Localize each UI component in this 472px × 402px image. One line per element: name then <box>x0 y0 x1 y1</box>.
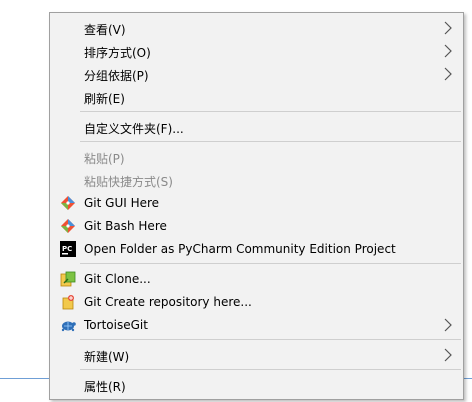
chevron-right-icon <box>444 21 452 35</box>
menu-separator <box>80 263 461 264</box>
menu-item-label: 自定义文件夹(F)... <box>84 122 184 136</box>
menu-item-label: 属性(R) <box>84 380 126 394</box>
menu-item-label: Git Create repository here... <box>84 295 252 309</box>
svg-text:PC: PC <box>62 245 72 253</box>
menu-item-label: 粘贴(P) <box>84 152 125 166</box>
menu-item-label: TortoiseGit <box>84 318 148 332</box>
menu-item-label: 查看(V) <box>84 23 126 37</box>
menu-item-view[interactable]: 查看(V) <box>52 17 461 39</box>
chevron-right-icon <box>444 44 452 58</box>
menu-item-label: Git Bash Here <box>84 219 167 233</box>
menu-item-label: 新建(W) <box>84 350 130 364</box>
tortoisegit-create-repo-icon <box>62 295 74 310</box>
menu-item-paste-shortcut: 粘贴快捷方式(S) <box>52 169 461 191</box>
context-menu: 查看(V) 排序方式(O) 分组依据(P) 刷新(E) 自定义文件夹(F)...… <box>49 12 464 400</box>
menu-item-sort-by[interactable]: 排序方式(O) <box>52 40 461 62</box>
menu-item-label: 粘贴快捷方式(S) <box>84 175 173 189</box>
git-diamond-icon <box>61 219 75 233</box>
menu-item-git-gui-here[interactable]: Git GUI Here <box>52 192 461 214</box>
menu-item-label: Git Clone... <box>84 272 151 286</box>
chevron-right-icon <box>444 67 452 81</box>
menu-separator <box>80 141 461 142</box>
menu-item-label: 刷新(E) <box>84 92 125 106</box>
menu-item-git-create-repo[interactable]: Git Create repository here... <box>52 291 461 313</box>
tortoisegit-clone-icon <box>60 271 76 287</box>
chevron-right-icon <box>444 318 452 332</box>
menu-item-group-by[interactable]: 分组依据(P) <box>52 63 461 85</box>
menu-item-new[interactable]: 新建(W) <box>52 344 461 366</box>
menu-separator <box>80 111 461 112</box>
menu-item-refresh[interactable]: 刷新(E) <box>52 86 461 108</box>
menu-item-paste: 粘贴(P) <box>52 146 461 168</box>
tortoisegit-icon <box>61 321 76 332</box>
menu-item-git-bash-here[interactable]: Git Bash Here <box>52 215 461 237</box>
menu-item-label: 排序方式(O) <box>84 46 151 60</box>
menu-separator <box>80 339 461 340</box>
menu-separator <box>80 369 461 370</box>
git-diamond-icon <box>61 196 75 210</box>
menu-item-tortoisegit[interactable]: TortoiseGit <box>52 314 461 336</box>
menu-item-label: Open Folder as PyCharm Community Edition… <box>84 242 396 256</box>
menu-item-label: 分组依据(P) <box>84 69 149 83</box>
menu-item-git-clone[interactable]: Git Clone... <box>52 268 461 290</box>
menu-item-open-in-pycharm[interactable]: PC Open Folder as PyCharm Community Edit… <box>52 238 461 260</box>
menu-item-label: Git GUI Here <box>84 196 160 210</box>
menu-item-properties[interactable]: 属性(R) <box>52 374 461 396</box>
menu-item-customize-folder[interactable]: 自定义文件夹(F)... <box>52 116 461 138</box>
pycharm-icon: PC <box>60 241 76 257</box>
chevron-right-icon <box>444 348 452 362</box>
